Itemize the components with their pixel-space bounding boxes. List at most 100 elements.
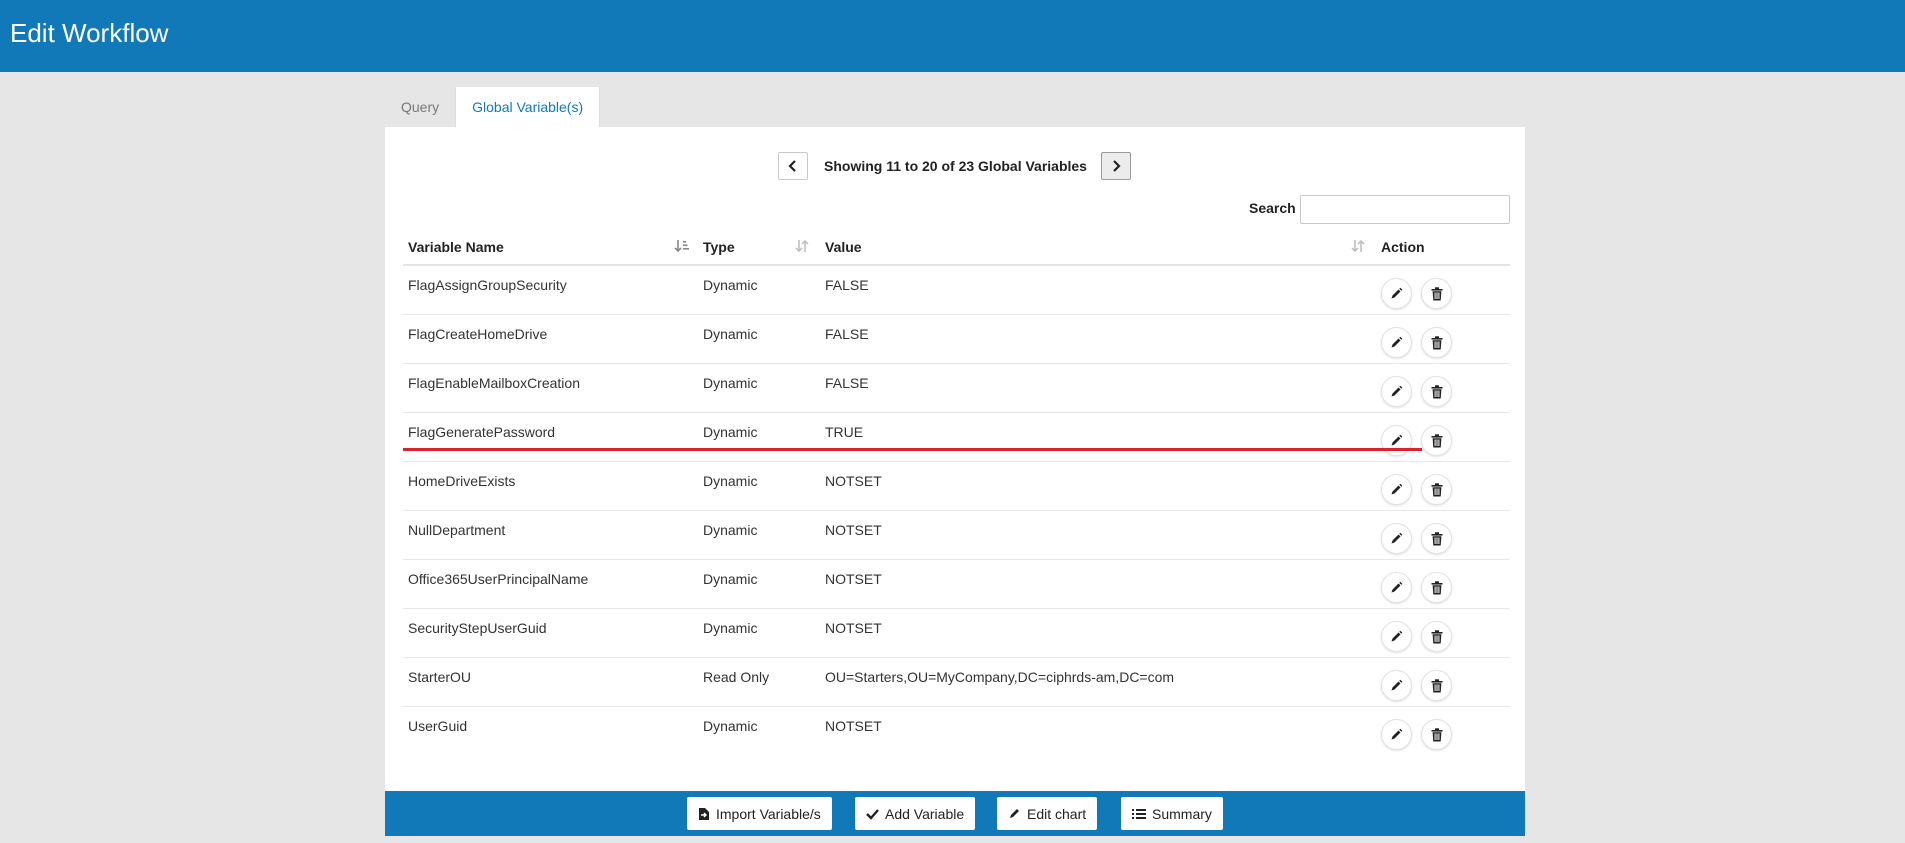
edit-variable-button[interactable] xyxy=(1381,278,1412,309)
sort-icon[interactable] xyxy=(1350,238,1366,254)
pencil-icon xyxy=(1010,809,1019,818)
variable-value-cell: NOTSET xyxy=(825,522,882,538)
delete-variable-button[interactable] xyxy=(1421,523,1452,554)
variable-type-cell: Read Only xyxy=(703,669,770,685)
edit-variable-button[interactable] xyxy=(1381,621,1412,652)
search-input[interactable] xyxy=(1300,195,1510,224)
delete-variable-button[interactable] xyxy=(1421,670,1452,701)
summary-button[interactable]: Summary xyxy=(1121,797,1223,830)
variable-name-cell: Office365UserPrincipalName xyxy=(408,571,589,587)
edit-variable-button[interactable] xyxy=(1381,719,1412,750)
edit-variable-button[interactable] xyxy=(1381,376,1412,407)
variable-name-cell: SecurityStepUserGuid xyxy=(408,620,547,636)
table-row: FlagAssignGroupSecurity Dynamic FALSE xyxy=(403,266,1510,315)
tab-query[interactable]: Query xyxy=(385,87,456,127)
app-header: Edit Workflow xyxy=(0,0,1905,72)
column-header-variable-name[interactable]: Variable Name xyxy=(408,239,504,255)
trash-icon xyxy=(1431,678,1442,692)
column-header-type[interactable]: Type xyxy=(703,239,735,255)
variable-value-cell: FALSE xyxy=(825,277,869,293)
page-title: Edit Workflow xyxy=(10,18,169,48)
edit-variable-button[interactable] xyxy=(1381,474,1412,505)
pencil-icon xyxy=(1391,385,1403,397)
table-row: FlagGeneratePassword Dynamic TRUE xyxy=(403,413,1510,462)
variable-name-cell: NullDepartment xyxy=(408,522,506,538)
variable-name-cell: UserGuid xyxy=(408,718,468,734)
variable-type-cell: Dynamic xyxy=(703,620,758,636)
edit-variable-button[interactable] xyxy=(1381,425,1412,456)
table-row: FlagEnableMailboxCreation Dynamic FALSE xyxy=(403,364,1510,413)
edit-variable-button[interactable] xyxy=(1381,523,1412,554)
edit-chart-button[interactable]: Edit chart xyxy=(997,797,1098,830)
trash-icon xyxy=(1431,433,1442,447)
list-icon xyxy=(1132,808,1146,819)
add-variable-label: Add Variable xyxy=(885,805,965,822)
variable-type-cell: Dynamic xyxy=(703,522,758,538)
delete-variable-button[interactable] xyxy=(1421,572,1452,603)
tab-global-variables[interactable]: Global Variable(s) xyxy=(455,87,601,127)
highlight-underline xyxy=(403,448,1422,451)
trash-icon xyxy=(1431,482,1442,496)
chevron-left-icon xyxy=(788,160,796,172)
check-icon xyxy=(866,808,879,820)
column-header-value[interactable]: Value xyxy=(825,239,862,255)
tab-bar: Query Global Variable(s) xyxy=(385,87,601,127)
pencil-icon xyxy=(1391,336,1403,348)
variable-name-cell: FlagEnableMailboxCreation xyxy=(408,375,580,391)
sort-icon[interactable] xyxy=(794,238,810,254)
delete-variable-button[interactable] xyxy=(1421,327,1452,358)
add-variable-button[interactable]: Add Variable xyxy=(855,797,976,830)
table-row: Office365UserPrincipalName Dynamic NOTSET xyxy=(403,560,1510,609)
trash-icon xyxy=(1431,580,1442,594)
file-import-icon xyxy=(699,807,709,820)
sort-ascending-icon[interactable] xyxy=(674,238,690,254)
delete-variable-button[interactable] xyxy=(1421,278,1452,309)
variable-value-cell: NOTSET xyxy=(825,473,882,489)
edit-variable-button[interactable] xyxy=(1381,327,1412,358)
import-variables-button[interactable]: Import Variable/s xyxy=(687,797,832,830)
variable-type-cell: Dynamic xyxy=(703,424,758,440)
variable-name-cell: HomeDriveExists xyxy=(408,473,516,489)
trash-icon xyxy=(1431,629,1442,643)
variable-type-cell: Dynamic xyxy=(703,473,758,489)
trash-icon xyxy=(1431,286,1442,300)
next-page-button[interactable] xyxy=(1101,152,1131,180)
trash-icon xyxy=(1431,531,1442,545)
pencil-icon xyxy=(1391,532,1403,544)
variable-name-cell: FlagGeneratePassword xyxy=(408,424,556,440)
edit-variable-button[interactable] xyxy=(1381,670,1412,701)
pencil-icon xyxy=(1391,679,1403,691)
delete-variable-button[interactable] xyxy=(1421,376,1452,407)
variable-value-cell: FALSE xyxy=(825,326,869,342)
pencil-icon xyxy=(1391,581,1403,593)
table-row: NullDepartment Dynamic NOTSET xyxy=(403,511,1510,560)
pagination-status: Showing 11 to 20 of 23 Global Variables xyxy=(824,158,1087,174)
table-header: Variable Name Type Value Action xyxy=(403,229,1510,266)
trash-icon xyxy=(1431,384,1442,398)
table-row: StarterOU Read Only OU=Starters,OU=MyCompa… xyxy=(403,658,1510,707)
edit-chart-label: Edit chart xyxy=(1027,805,1087,822)
pencil-icon xyxy=(1391,630,1403,642)
edit-variable-button[interactable] xyxy=(1381,572,1412,603)
pencil-icon xyxy=(1391,434,1403,446)
table-row: UserGuid Dynamic NOTSET xyxy=(403,707,1510,756)
variable-type-cell: Dynamic xyxy=(703,326,758,342)
delete-variable-button[interactable] xyxy=(1421,719,1452,750)
trash-icon xyxy=(1431,335,1442,349)
delete-variable-button[interactable] xyxy=(1421,621,1452,652)
variable-value-cell: NOTSET xyxy=(825,571,882,587)
variable-type-cell: Dynamic xyxy=(703,571,758,587)
variable-type-cell: Dynamic xyxy=(703,277,758,293)
variables-table-body: FlagAssignGroupSecurity Dynamic FALSE FlagC… xyxy=(403,266,1510,756)
pencil-icon xyxy=(1391,728,1403,740)
column-header-action: Action xyxy=(1381,239,1425,255)
variable-value-cell: NOTSET xyxy=(825,620,882,636)
delete-variable-button[interactable] xyxy=(1421,474,1452,505)
import-variables-label: Import Variable/s xyxy=(716,805,821,822)
table-row: FlagCreateHomeDrive Dynamic FALSE xyxy=(403,315,1510,364)
prev-page-button[interactable] xyxy=(778,152,808,180)
variable-name-cell: FlagCreateHomeDrive xyxy=(408,326,548,342)
delete-variable-button[interactable] xyxy=(1421,425,1452,456)
variable-value-cell: NOTSET xyxy=(825,718,882,734)
table-row: SecurityStepUserGuid Dynamic NOTSET xyxy=(403,609,1510,658)
